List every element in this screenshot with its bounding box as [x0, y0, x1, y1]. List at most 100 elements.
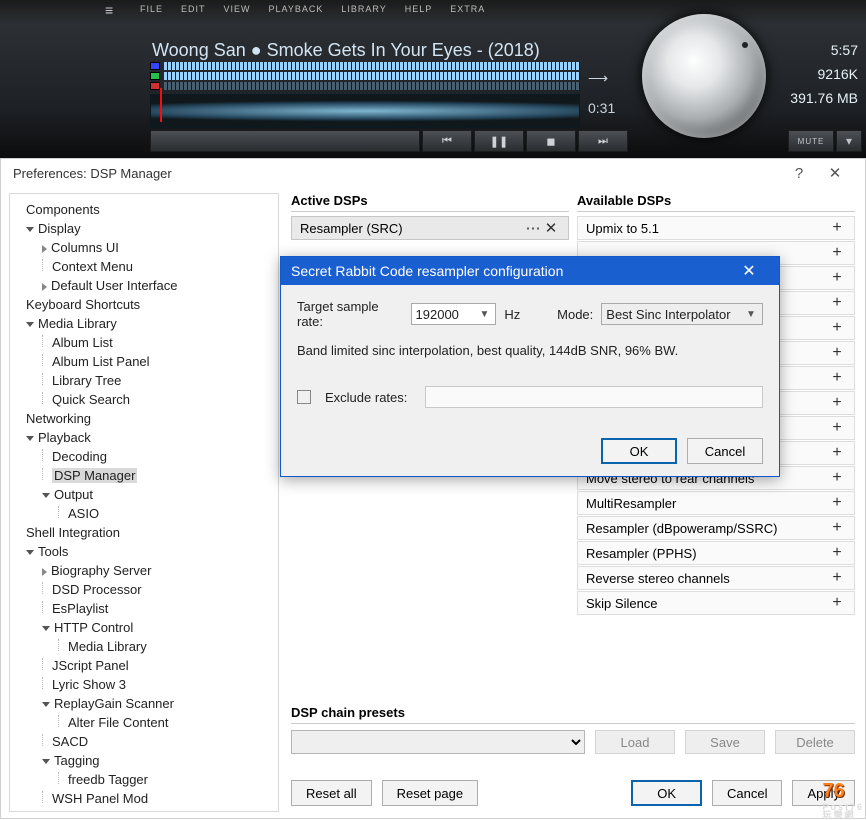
tree-item[interactable]: WSH Panel Mod	[14, 789, 274, 808]
tree-item[interactable]: Display	[14, 219, 274, 238]
exclude-input[interactable]	[425, 386, 763, 408]
tree-item[interactable]: Output	[14, 485, 274, 504]
tree-item[interactable]: Quick Search	[14, 390, 274, 409]
mute-button[interactable]: MUTE	[788, 130, 834, 152]
available-dsp-item[interactable]: Upmix to 5.1+	[577, 216, 855, 240]
add-dsp-button[interactable]: +	[828, 544, 846, 562]
tree-item[interactable]: Media Library	[14, 314, 274, 333]
playhead[interactable]	[160, 88, 162, 122]
tree-item[interactable]: freedb Tagger	[14, 770, 274, 789]
volume-knob[interactable]	[642, 14, 766, 138]
add-dsp-button[interactable]: +	[828, 469, 846, 487]
menu-icon[interactable]: ≡	[105, 2, 125, 18]
tree-item[interactable]: Album List	[14, 333, 274, 352]
dsp-config-button[interactable]: ⋯	[524, 219, 542, 237]
menu-view[interactable]: VIEW	[224, 4, 251, 14]
menu-library[interactable]: LIBRARY	[341, 4, 386, 14]
repeat-icon[interactable]: ⟶	[588, 70, 608, 87]
next-button[interactable]: ⏭	[578, 130, 628, 152]
tree-item[interactable]: Media Library	[14, 637, 274, 656]
tree-item[interactable]: DSP Manager	[14, 466, 274, 485]
available-dsp-item[interactable]: Resampler (PPHS)+	[577, 541, 855, 565]
menu-extra[interactable]: EXTRA	[450, 4, 485, 14]
dialog-title: Secret Rabbit Code resampler configurati…	[291, 263, 563, 279]
available-dsp-item[interactable]: Resampler (dBpoweramp/SSRC)+	[577, 516, 855, 540]
target-rate-combo[interactable]: 192000 ▼	[411, 303, 497, 325]
preset-save-button[interactable]: Save	[685, 730, 765, 754]
reset-page-button[interactable]: Reset page	[382, 780, 479, 806]
add-dsp-button[interactable]: +	[828, 444, 846, 462]
tree-item[interactable]: HTTP Control	[14, 618, 274, 637]
menu-file[interactable]: FILE	[140, 4, 163, 14]
add-dsp-button[interactable]: +	[828, 494, 846, 512]
help-button[interactable]: ?	[781, 165, 817, 182]
available-dsp-item[interactable]: Reverse stereo channels+	[577, 566, 855, 590]
exclude-checkbox[interactable]	[297, 390, 311, 404]
tree-item[interactable]: Default User Interface	[14, 276, 274, 295]
available-dsp-item[interactable]: MultiResampler+	[577, 491, 855, 515]
add-dsp-button[interactable]: +	[828, 419, 846, 437]
player-stats: 5:57 9216K 391.76 MB	[790, 38, 858, 110]
tree-item[interactable]: JScript Panel	[14, 656, 274, 675]
mode-label: Mode:	[557, 307, 593, 322]
tree-item[interactable]: Context Menu	[14, 257, 274, 276]
menu-edit[interactable]: EDIT	[181, 4, 206, 14]
tree-item[interactable]: Decoding	[14, 447, 274, 466]
tree-item[interactable]: Library Tree	[14, 371, 274, 390]
dialog-close-button[interactable]: ✕	[729, 257, 769, 285]
tree-item[interactable]: Lyric Show 3	[14, 675, 274, 694]
add-dsp-button[interactable]: +	[828, 394, 846, 412]
add-dsp-button[interactable]: +	[828, 569, 846, 587]
add-dsp-button[interactable]: +	[828, 269, 846, 287]
close-button[interactable]: ✕	[817, 164, 853, 182]
tree-item[interactable]: Networking	[14, 409, 274, 428]
prefs-tree[interactable]: ComponentsDisplayColumns UIContext MenuD…	[9, 193, 279, 812]
tree-item[interactable]: Columns UI	[14, 238, 274, 257]
player-more-button[interactable]: ▾	[836, 130, 862, 152]
tree-item[interactable]: Shell Integration	[14, 523, 274, 542]
add-dsp-button[interactable]: +	[828, 369, 846, 387]
active-dsp-item[interactable]: Resampler (SRC) ⋯ ✕	[291, 216, 569, 240]
tree-item[interactable]: Advanced	[14, 808, 274, 812]
menu-playback[interactable]: PLAYBACK	[269, 4, 324, 14]
tree-item[interactable]: Tagging	[14, 751, 274, 770]
exclude-label: Exclude rates:	[325, 390, 407, 405]
prev-button[interactable]: ⏮	[422, 130, 472, 152]
reset-all-button[interactable]: Reset all	[291, 780, 372, 806]
dialog-titlebar[interactable]: Secret Rabbit Code resampler configurati…	[281, 257, 779, 285]
preset-delete-button[interactable]: Delete	[775, 730, 855, 754]
mode-combo[interactable]: Best Sinc Interpolator ▼	[601, 303, 763, 325]
tree-item[interactable]: Tools	[14, 542, 274, 561]
tree-item[interactable]: EsPlaylist	[14, 599, 274, 618]
preset-load-button[interactable]: Load	[595, 730, 675, 754]
tree-item[interactable]: Keyboard Shortcuts	[14, 295, 274, 314]
stop-button[interactable]: ◼	[526, 130, 576, 152]
add-dsp-button[interactable]: +	[828, 219, 846, 237]
tree-item[interactable]: ASIO	[14, 504, 274, 523]
tree-item[interactable]: Components	[14, 200, 274, 219]
dialog-cancel-button[interactable]: Cancel	[687, 438, 763, 464]
menu-help[interactable]: HELP	[405, 4, 433, 14]
dialog-ok-button[interactable]: OK	[601, 438, 677, 464]
pause-button[interactable]: ❚❚	[474, 130, 524, 152]
dsp-remove-button[interactable]: ✕	[542, 219, 560, 237]
add-dsp-button[interactable]: +	[828, 319, 846, 337]
tree-item[interactable]: SACD	[14, 732, 274, 751]
tree-item[interactable]: Biography Server	[14, 561, 274, 580]
add-dsp-button[interactable]: +	[828, 344, 846, 362]
add-dsp-button[interactable]: +	[828, 294, 846, 312]
tree-item[interactable]: DSD Processor	[14, 580, 274, 599]
add-dsp-button[interactable]: +	[828, 244, 846, 262]
tree-item[interactable]: ReplayGain Scanner	[14, 694, 274, 713]
available-dsp-item[interactable]: Skip Silence+	[577, 591, 855, 615]
prefs-title: Preferences: DSP Manager	[13, 166, 172, 181]
tree-item[interactable]: Album List Panel	[14, 352, 274, 371]
waveform[interactable]	[150, 94, 580, 128]
tree-item[interactable]: Alter File Content	[14, 713, 274, 732]
tree-item[interactable]: Playback	[14, 428, 274, 447]
prefs-cancel-button[interactable]: Cancel	[712, 780, 782, 806]
preset-select[interactable]	[291, 730, 585, 754]
prefs-ok-button[interactable]: OK	[631, 780, 702, 806]
add-dsp-button[interactable]: +	[828, 594, 846, 612]
add-dsp-button[interactable]: +	[828, 519, 846, 537]
